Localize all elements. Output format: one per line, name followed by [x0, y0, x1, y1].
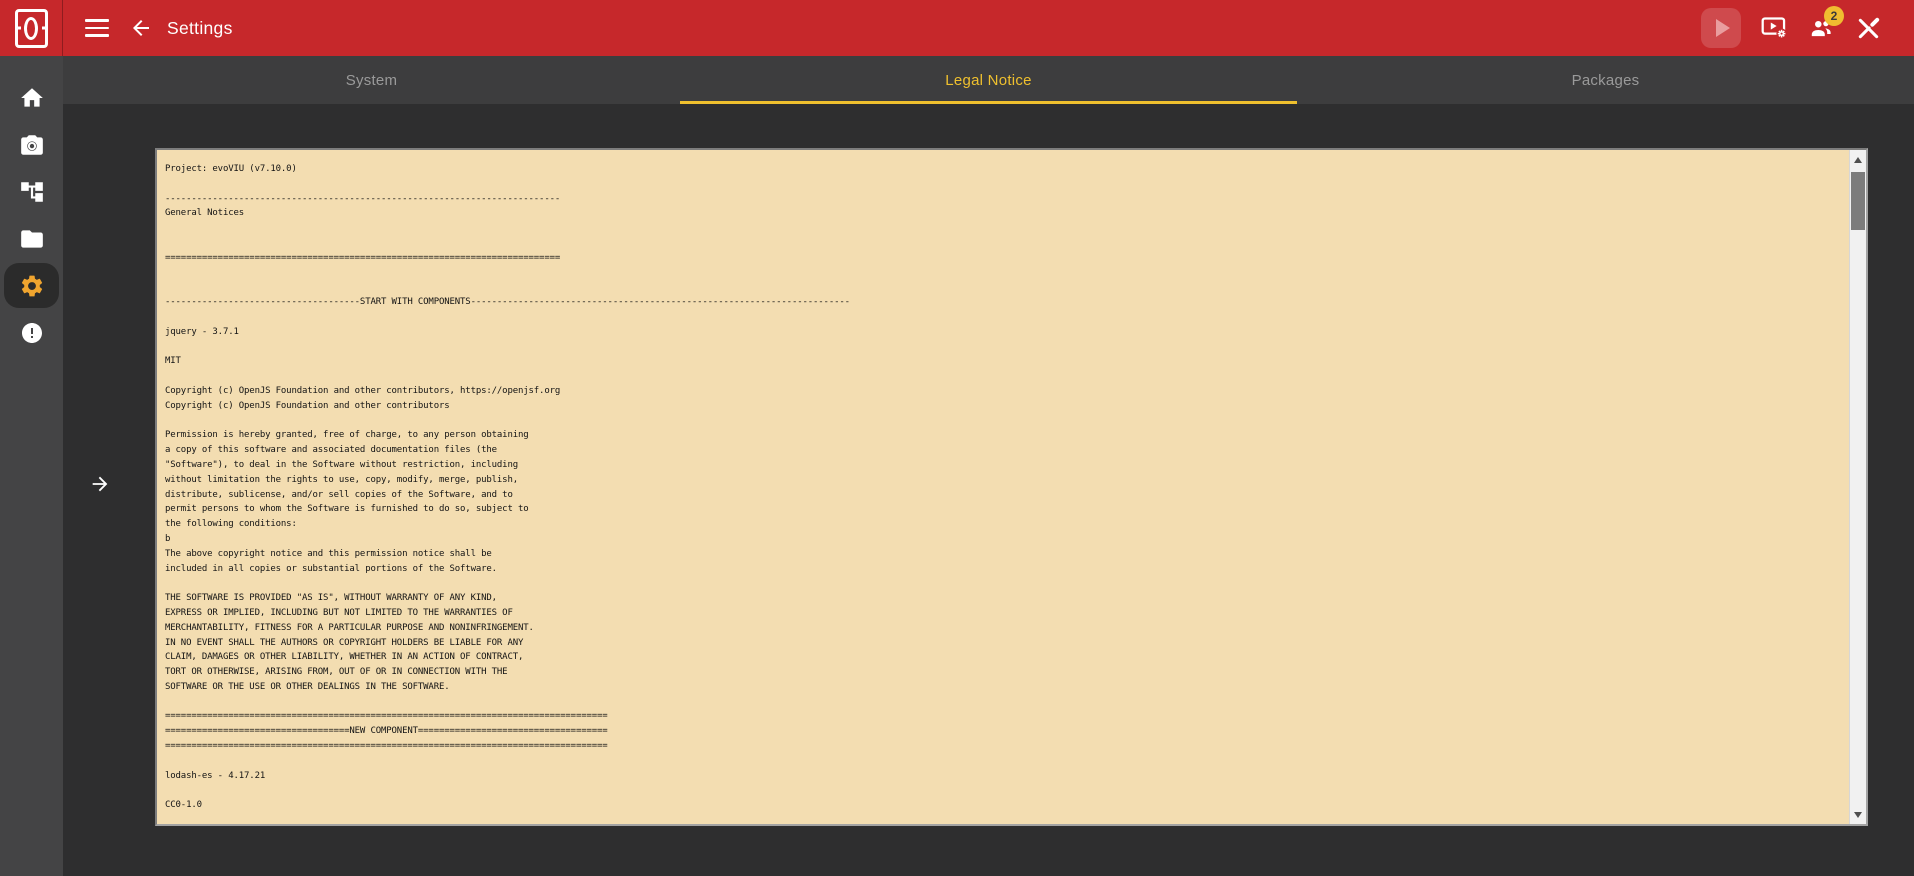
close-icon: [1858, 17, 1879, 38]
page-title: Settings: [167, 17, 233, 38]
sidebar-item-files[interactable]: [0, 215, 63, 262]
back-arrow-icon[interactable]: [129, 16, 153, 40]
tab-legal-notice-label: Legal Notice: [945, 71, 1032, 89]
close-button[interactable]: [1854, 14, 1882, 42]
sidebar-item-home[interactable]: [0, 74, 63, 121]
menu-icon[interactable]: [85, 18, 109, 38]
scroll-thumb[interactable]: [1851, 172, 1865, 230]
alert-icon: [21, 322, 42, 343]
settings-gear-icon: [21, 275, 42, 296]
expand-drawer-arrow-icon[interactable]: [88, 472, 112, 496]
sidebar-item-process-tree[interactable]: [0, 168, 63, 215]
play-icon: [1716, 19, 1730, 37]
active-tab-indicator: [680, 101, 1297, 104]
app-bar: Settings 2: [0, 0, 1914, 56]
camera-icon: [20, 134, 43, 155]
scroll-down-icon[interactable]: [1850, 806, 1866, 823]
home-icon: [20, 87, 43, 107]
scroll-up-icon[interactable]: [1850, 151, 1866, 168]
tab-system-label: System: [345, 71, 398, 89]
brand-logo-icon: [14, 8, 48, 48]
play-button[interactable]: [1701, 8, 1741, 48]
folder-icon: [20, 229, 43, 248]
connected-users-button[interactable]: 2: [1807, 6, 1844, 42]
sidebar-item-settings[interactable]: [0, 262, 63, 309]
sidebar-item-camera[interactable]: [0, 121, 63, 168]
legal-notice-panel: Project: evoVIU (v7.10.0) --------------…: [63, 104, 1914, 876]
appbar-actions: 2: [1701, 6, 1914, 48]
tab-legal-notice[interactable]: Legal Notice: [680, 56, 1297, 104]
users-count-badge: 2: [1824, 6, 1844, 26]
license-text: Project: evoVIU (v7.10.0) --------------…: [165, 164, 850, 811]
logo-o-glyph: [24, 16, 38, 40]
stream-settings-button[interactable]: [1760, 14, 1788, 42]
tab-packages[interactable]: Packages: [1297, 56, 1914, 104]
app-logo[interactable]: [0, 0, 63, 56]
stream-settings-icon: [1761, 17, 1787, 39]
process-tree-icon: [20, 181, 43, 202]
license-scrollbar[interactable]: [1849, 150, 1866, 824]
settings-tabbar: System Legal Notice Packages: [63, 56, 1914, 104]
sidebar-item-alerts[interactable]: [0, 309, 63, 356]
sidebar: [0, 56, 63, 876]
license-textarea[interactable]: Project: evoVIU (v7.10.0) --------------…: [155, 148, 1868, 826]
tab-system[interactable]: System: [63, 56, 680, 104]
tab-packages-label: Packages: [1571, 71, 1640, 89]
